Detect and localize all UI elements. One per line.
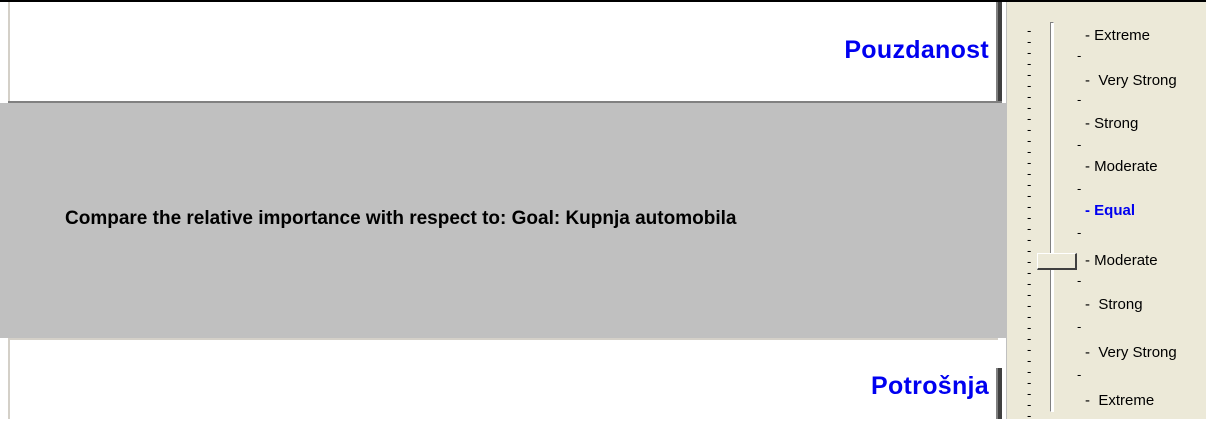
tick-dash: - <box>1085 252 1095 269</box>
tick-dash: - <box>1085 202 1095 219</box>
slider-thumb[interactable] <box>1037 253 1077 270</box>
tick-dash: - <box>1085 27 1095 44</box>
panel-shadow <box>998 2 1002 104</box>
scale-label-text: Strong <box>1098 296 1143 313</box>
slider-track[interactable] <box>1050 22 1054 412</box>
comparison-question: Compare the relative importance with res… <box>65 208 737 229</box>
tick-dash: - <box>1085 392 1099 409</box>
scale-label-moderate-top[interactable]: - Moderate <box>1085 158 1158 175</box>
scale-label-extreme-bottom[interactable]: - Extreme <box>1085 392 1154 409</box>
scale-label-equal[interactable]: - Equal <box>1085 202 1135 219</box>
tick-mark: - <box>1077 319 1082 334</box>
scale-label-text: Extreme <box>1098 392 1155 409</box>
tick-mark: - <box>1077 92 1082 107</box>
scale-label-text: Moderate <box>1094 158 1158 175</box>
criterion-top-label: Pouzdanost <box>844 36 989 64</box>
scale-label-text: Moderate <box>1094 252 1158 269</box>
tick-dash: - <box>1085 115 1095 132</box>
tick-mark: - <box>1077 225 1082 240</box>
scale-label-moderate-bottom[interactable]: - Moderate <box>1085 252 1158 269</box>
scale-label-very-strong-top[interactable]: - Very Strong <box>1085 72 1177 89</box>
scale-label-strong-top[interactable]: - Strong <box>1085 115 1138 132</box>
tick-mark: - <box>1077 137 1082 152</box>
tick-dash: - <box>1085 72 1099 89</box>
criterion-bottom-label: Potrošnja <box>871 372 989 400</box>
tick-dash: - <box>1085 158 1095 175</box>
scale-label-strong-bottom[interactable]: - Strong <box>1085 296 1143 313</box>
scale-label-text: Very Strong <box>1098 344 1177 361</box>
panel-shadow <box>998 368 1002 419</box>
scale-label-text: Extreme <box>1094 27 1151 44</box>
tick-dash: - <box>1085 296 1099 313</box>
tick-mark: - <box>1027 408 1032 423</box>
criterion-bottom-panel <box>8 338 998 419</box>
tick-mark: - <box>1077 367 1082 382</box>
tick-mark: - <box>1077 181 1082 196</box>
tick-dash: - <box>1085 344 1099 361</box>
scale-label-text: Very Strong <box>1098 72 1177 89</box>
tick-mark: - <box>1077 273 1082 288</box>
tick-mark: - <box>1077 48 1082 63</box>
scale-label-text: Strong <box>1094 115 1139 132</box>
scale-label-extreme-top[interactable]: - Extreme <box>1085 27 1150 44</box>
scale-label-text: Equal <box>1094 202 1136 219</box>
scale-label-very-strong-bottom[interactable]: - Very Strong <box>1085 344 1177 361</box>
